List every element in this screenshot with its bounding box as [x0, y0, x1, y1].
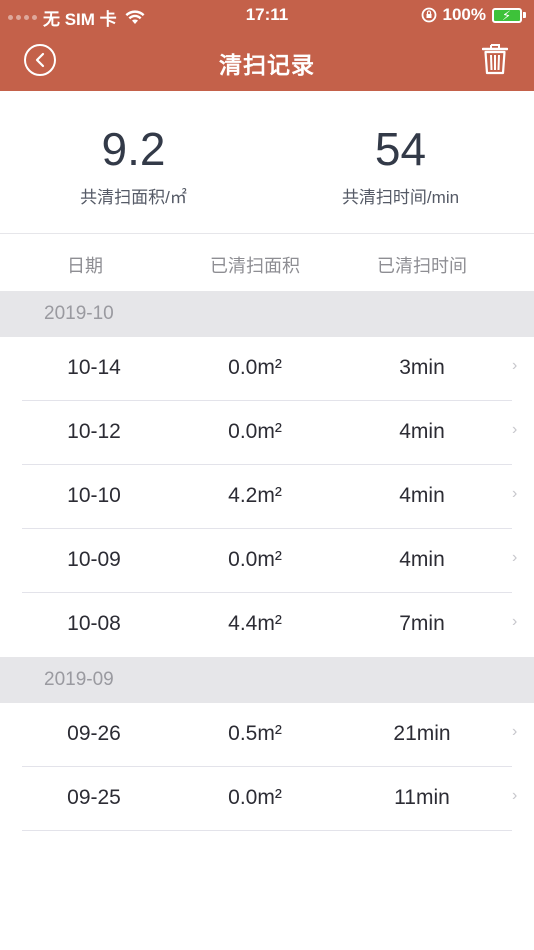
- header: 无 SIM 卡 17:11 100% ⚡ 清扫记录: [0, 0, 534, 91]
- record-date: 09-26: [67, 722, 121, 745]
- record-area: 0.0m²: [228, 420, 282, 443]
- record-area: 0.0m²: [228, 356, 282, 379]
- status-bar: 无 SIM 卡 17:11 100% ⚡: [0, 0, 534, 30]
- record-area: 4.2m²: [228, 484, 282, 507]
- total-time-value: 54: [374, 123, 427, 175]
- record-time: 4min: [399, 548, 445, 571]
- column-headers: 日期 已清扫面积 已清扫时间: [0, 235, 534, 291]
- total-time-summary: 54 共清扫时间/min: [267, 91, 534, 208]
- chevron-right-icon: ›: [512, 723, 518, 740]
- record-time: 11min: [394, 786, 450, 809]
- delete-button[interactable]: [481, 43, 509, 75]
- month-header: 2019-09: [0, 657, 534, 703]
- record-time: 21min: [393, 722, 451, 745]
- status-right: 100% ⚡: [421, 5, 526, 25]
- record-list: 2019-10 10-14 0.0m² 3min › 10-12 0.0m² 4…: [0, 291, 534, 831]
- record-area: 0.0m²: [228, 548, 282, 571]
- total-area-summary: 9.2 共清扫面积/㎡: [0, 91, 267, 208]
- record-time: 4min: [399, 420, 445, 443]
- record-row[interactable]: 10-10 4.2m² 4min ›: [22, 465, 517, 529]
- chevron-right-icon: ›: [512, 787, 518, 804]
- orientation-lock-icon: [421, 7, 436, 23]
- page-title: 清扫记录: [219, 52, 315, 78]
- record-row[interactable]: 10-12 0.0m² 4min ›: [22, 401, 517, 465]
- record-date: 10-09: [67, 548, 121, 571]
- nav-bar: 清扫记录: [0, 30, 534, 91]
- trash-icon: [481, 44, 509, 75]
- record-row[interactable]: 10-09 0.0m² 4min ›: [22, 529, 517, 593]
- record-row[interactable]: 09-26 0.5m² 21min ›: [22, 703, 517, 767]
- total-area-value: 9.2: [101, 123, 166, 175]
- record-area: 0.0m²: [228, 786, 282, 809]
- record-time: 4min: [399, 484, 445, 507]
- record-row[interactable]: 10-08 4.4m² 7min ›: [22, 593, 534, 657]
- record-row[interactable]: 10-14 0.0m² 3min ›: [22, 337, 517, 401]
- record-date: 10-14: [67, 356, 121, 379]
- record-area: 0.5m²: [228, 722, 282, 745]
- record-row[interactable]: 09-25 0.0m² 11min ›: [22, 767, 517, 831]
- battery-percent: 100%: [442, 5, 486, 24]
- column-header-area: 已清扫面积: [210, 256, 300, 276]
- total-area-label: 共清扫面积/㎡: [80, 188, 187, 207]
- column-header-time: 已清扫时间: [377, 256, 467, 276]
- record-date: 10-12: [67, 420, 121, 443]
- record-time: 7min: [399, 612, 445, 635]
- battery-icon: ⚡: [492, 7, 526, 23]
- record-area: 4.4m²: [228, 612, 282, 635]
- month-header: 2019-10: [0, 291, 534, 337]
- chevron-right-icon: ›: [512, 549, 518, 566]
- chevron-right-icon: ›: [512, 421, 518, 438]
- record-date: 10-10: [67, 484, 121, 507]
- record-date: 10-08: [67, 612, 121, 635]
- record-date: 09-25: [67, 786, 121, 809]
- chevron-right-icon: ›: [512, 357, 518, 374]
- chevron-right-icon: ›: [512, 613, 518, 630]
- chevron-right-icon: ›: [512, 485, 518, 502]
- record-time: 3min: [399, 356, 445, 379]
- column-header-date: 日期: [67, 256, 103, 276]
- total-time-label: 共清扫时间/min: [341, 188, 460, 207]
- summary-panel: 9.2 共清扫面积/㎡ 54 共清扫时间/min: [0, 91, 534, 234]
